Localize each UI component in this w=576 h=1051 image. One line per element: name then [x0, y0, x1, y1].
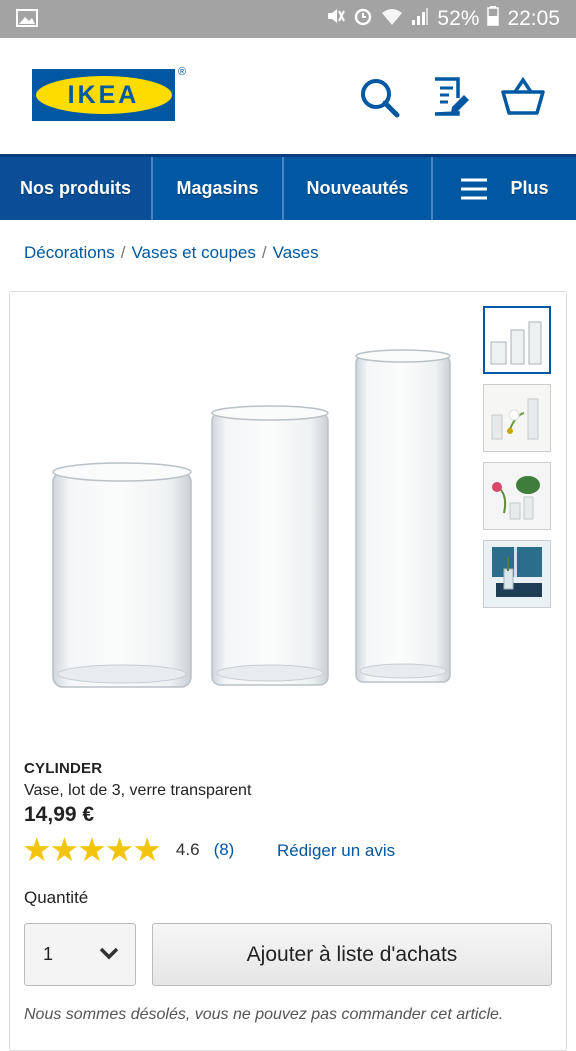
logo-text: IKEA: [67, 80, 140, 109]
signal-icon: [411, 6, 429, 32]
nav-more[interactable]: Plus: [433, 157, 576, 220]
search-icon[interactable]: [358, 76, 400, 118]
rating-value: 4.6: [175, 840, 200, 859]
quantity-label: Quantité: [24, 888, 89, 907]
site-header: IKEA ®: [0, 38, 576, 154]
clock: 22:05: [507, 7, 560, 30]
gallery-notification-icon: [16, 9, 38, 33]
status-bar: 52% 22:05: [0, 0, 576, 38]
registered-mark: ®: [178, 66, 187, 78]
unavailable-notice: Nous sommes désolés, vous ne pouvez pas …: [24, 1006, 504, 1023]
nav-label: Nouveautés: [306, 178, 409, 198]
quantity-select[interactable]: 1: [24, 923, 136, 986]
breadcrumb-link-vases-bowls[interactable]: Vases et coupes: [131, 243, 255, 262]
nav-label: Magasins: [176, 178, 259, 198]
mute-icon: [325, 6, 346, 32]
product-rating: ★★★★★ 4.6 (8): [22, 831, 235, 868]
breadcrumb-link-vases[interactable]: Vases: [273, 243, 319, 262]
product-main-image[interactable]: [20, 302, 480, 707]
vase-tall: [355, 349, 451, 683]
battery-icon: [487, 6, 500, 32]
nav-label: Plus: [510, 178, 549, 198]
quantity-value: 1: [43, 944, 54, 964]
product-price: 14,99 €: [24, 803, 95, 826]
chevron-down-icon: [99, 944, 119, 965]
breadcrumb: Décorations / Vases et coupes / Vases: [24, 243, 319, 263]
battery-level: 52%: [437, 7, 480, 30]
nav-stores[interactable]: Magasins: [153, 157, 284, 220]
alarm-icon: [353, 6, 373, 32]
vase-small: [52, 462, 192, 688]
product-description: Vase, lot de 3, verre transparent: [24, 782, 252, 799]
button-label: Ajouter à liste d'achats: [246, 942, 458, 966]
thumbnail-4[interactable]: [483, 540, 551, 608]
rating-count-link[interactable]: (8): [214, 840, 235, 860]
thumbnail-1[interactable]: [483, 306, 551, 374]
basket-icon[interactable]: [500, 76, 545, 118]
add-to-shopping-list-button[interactable]: Ajouter à liste d'achats: [152, 923, 552, 986]
nav-our-products[interactable]: Nos produits: [0, 157, 153, 220]
hamburger-icon: [460, 178, 488, 200]
nav-new[interactable]: Nouveautés: [284, 157, 433, 220]
main-nav: Nos produits Magasins Nouveautés Plus: [0, 154, 576, 220]
thumbnail-2[interactable]: [483, 384, 551, 452]
breadcrumb-separator: /: [120, 243, 126, 262]
rating-stars: ★★★★★: [22, 831, 162, 868]
breadcrumb-separator: /: [261, 243, 267, 262]
write-review-link[interactable]: Rédiger un avis: [277, 841, 395, 861]
thumbnail-3[interactable]: [483, 462, 551, 530]
vase-medium: [211, 405, 329, 686]
ikea-logo[interactable]: IKEA: [32, 69, 175, 121]
wifi-icon: [381, 6, 403, 32]
nav-label: Nos produits: [20, 178, 131, 198]
product-name: CYLINDER: [24, 760, 103, 777]
breadcrumb-link-decorations[interactable]: Décorations: [24, 243, 115, 262]
shopping-list-icon[interactable]: [430, 76, 472, 118]
